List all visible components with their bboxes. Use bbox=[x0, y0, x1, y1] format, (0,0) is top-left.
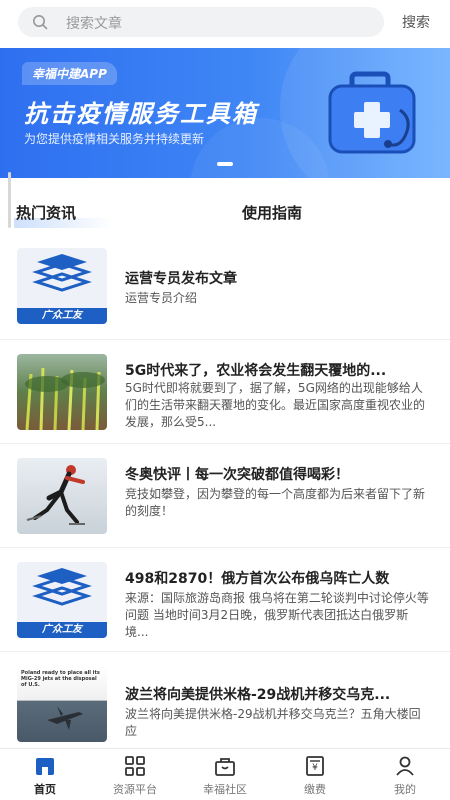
person-icon bbox=[396, 756, 414, 776]
banner-carousel[interactable]: 幸福中建APP 抗击疫情服务工具箱 为您提供疫情相关服务并持续更新 bbox=[0, 48, 450, 178]
nav-payment[interactable]: ¥ 缴费 bbox=[270, 749, 360, 800]
article-description: 运营专员介绍 bbox=[125, 291, 198, 305]
banner-tag: 幸福中建APP bbox=[22, 62, 117, 85]
article-title: 5G时代来了，农业将会发生翻天覆地的... bbox=[125, 363, 387, 379]
list-item[interactable]: 广众工友 运营专员发布文章 运营专员介绍 bbox=[0, 236, 450, 340]
nav-label: 首页 bbox=[34, 783, 56, 796]
nav-home[interactable]: 首页 bbox=[0, 749, 90, 800]
nav-label: 资源平台 bbox=[113, 783, 157, 796]
article-description: 来源：国际旅游岛商报 俄乌将在第二轮谈判中讨论停火等问题 当地时间3月2日晚，俄… bbox=[125, 591, 429, 639]
search-placeholder: 搜索文章 bbox=[66, 16, 122, 32]
article-thumbnail bbox=[17, 458, 107, 534]
nav-community[interactable]: 幸福社区 bbox=[180, 749, 270, 800]
banner-subtitle: 为您提供疫情相关服务并持续更新 bbox=[24, 132, 205, 146]
jet-image bbox=[47, 706, 83, 730]
brand-logo-icon bbox=[32, 254, 92, 292]
search-button[interactable]: 搜索 bbox=[402, 12, 430, 32]
nav-label: 我的 bbox=[394, 783, 416, 796]
list-item[interactable]: 冬奥快评丨每一次突破都值得喝彩！ 竞技如攀登，因为攀登的每一个高度都为后来者留下… bbox=[0, 444, 450, 548]
nav-resources[interactable]: 资源平台 bbox=[90, 749, 180, 800]
article-thumbnail bbox=[17, 354, 107, 430]
banner-title: 抗击疫情服务工具箱 bbox=[24, 100, 258, 128]
article-title: 波兰将向美提供米格-29战机并移交乌克... bbox=[125, 687, 391, 703]
article-thumbnail: Poland ready to place all its MiG-29 jet… bbox=[17, 666, 107, 742]
article-description: 竞技如攀登，因为攀登的每一个高度都为后来者留下了新的刻度！ bbox=[125, 487, 426, 518]
article-title: 498和2870！俄方首次公布俄乌阵亡人数 bbox=[125, 571, 390, 587]
carousel-indicator bbox=[0, 151, 450, 170]
search-icon bbox=[33, 15, 48, 30]
search-header: 搜索文章 搜索 bbox=[0, 0, 450, 46]
article-description: 波兰将向美提供米格-29战机并移交乌克兰？五角大楼回应 bbox=[125, 707, 421, 738]
nav-label: 缴费 bbox=[304, 783, 326, 796]
search-input[interactable]: 搜索文章 bbox=[18, 7, 384, 37]
home-icon bbox=[36, 758, 54, 775]
brand-label: 广众工友 bbox=[17, 622, 107, 638]
article-thumbnail: 广众工友 bbox=[17, 248, 107, 324]
article-title: 运营专员发布文章 bbox=[125, 271, 237, 287]
medical-kit-icon bbox=[328, 71, 416, 154]
tab-hot-news[interactable]: 热门资讯 bbox=[16, 202, 76, 223]
tab-user-guide[interactable]: 使用指南 bbox=[242, 202, 302, 223]
brand-logo-icon bbox=[32, 568, 92, 606]
bottom-navigation: 首页 资源平台 幸福社区 ¥ 缴费 我的 bbox=[0, 748, 450, 800]
carousel-dot[interactable] bbox=[217, 162, 233, 166]
content-tabs: 热门资讯 使用指南 bbox=[0, 196, 450, 232]
article-thumbnail: 广众工友 bbox=[17, 562, 107, 638]
nav-profile[interactable]: 我的 bbox=[360, 749, 450, 800]
list-item[interactable]: 5G时代来了，农业将会发生翻天覆地的... 5G时代即将就要到了，据了解，5G网… bbox=[0, 340, 450, 444]
list-item[interactable]: 广众工友 498和2870！俄方首次公布俄乌阵亡人数 来源：国际旅游岛商报 俄乌… bbox=[0, 548, 450, 652]
nav-label: 幸福社区 bbox=[203, 783, 247, 796]
farm-image bbox=[25, 367, 105, 430]
brand-label: 广众工友 bbox=[17, 308, 107, 324]
list-item[interactable]: Poland ready to place all its MiG-29 jet… bbox=[0, 652, 450, 748]
skater-image bbox=[26, 465, 85, 525]
bill-icon: ¥ bbox=[306, 756, 324, 776]
article-description: 5G时代即将就要到了，据了解，5G网络的出现能够给人们的生活带来翻天覆地的变化。… bbox=[125, 381, 426, 429]
article-title: 冬奥快评丨每一次突破都值得喝彩！ bbox=[125, 467, 349, 483]
bag-icon bbox=[215, 758, 235, 776]
svg-text:¥: ¥ bbox=[312, 763, 318, 773]
grid-icon bbox=[125, 756, 145, 776]
